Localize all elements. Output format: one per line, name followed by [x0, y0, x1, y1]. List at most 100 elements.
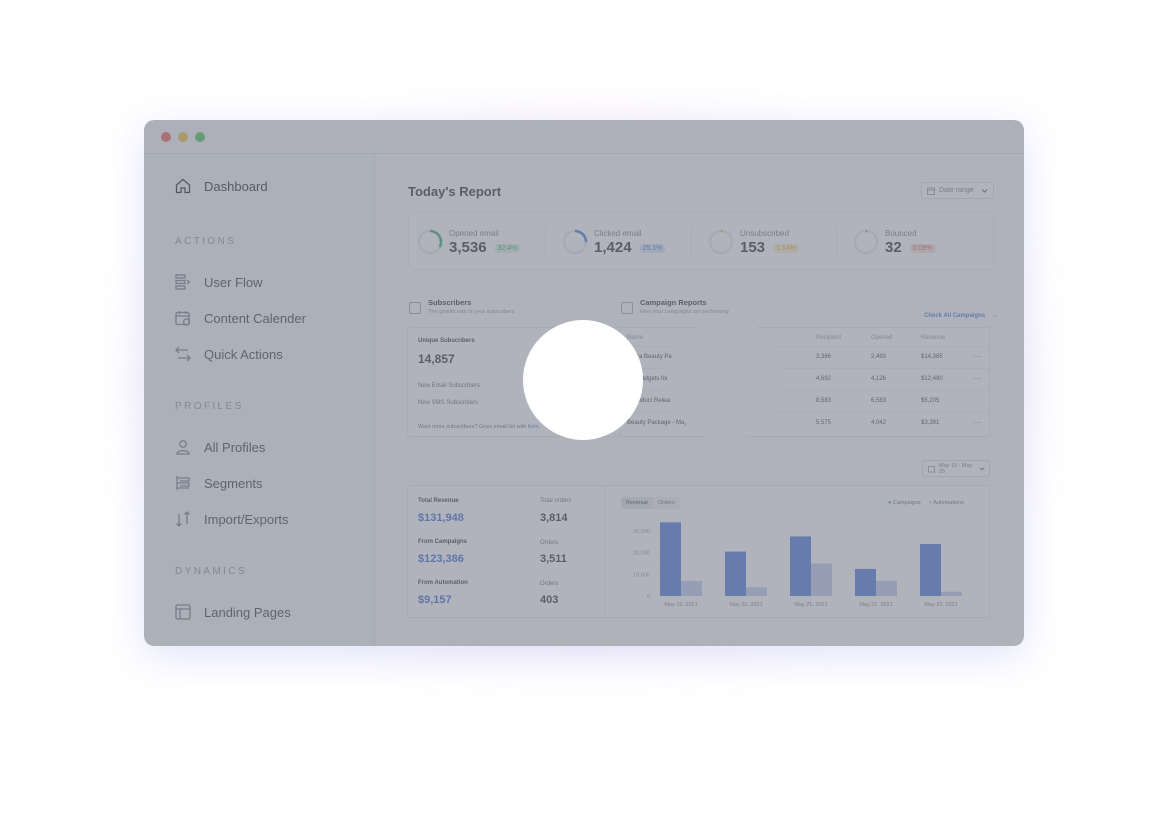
column-header-opened: Opened — [871, 335, 893, 341]
tab-revenue[interactable]: Revenue — [621, 497, 654, 509]
revenue-card: Total Revenue $131,948 Total orders 3,81… — [407, 485, 990, 619]
more-options-icon[interactable]: ⋯ — [973, 351, 982, 362]
bar-campaigns[interactable] — [725, 551, 746, 596]
bar-automations[interactable] — [746, 587, 767, 596]
sidebar-item-label: All Profiles — [204, 439, 266, 455]
check-all-campaigns-link[interactable]: Check All Campaigns → — [924, 304, 998, 322]
more-options-icon[interactable]: ⋯ — [973, 373, 982, 384]
stat-card: Unsubscribed 153 1.14% — [708, 213, 799, 271]
subscribers-footer-text: Want more subscribers? Grow email list w… — [418, 424, 527, 430]
sidebar-item-landing-pages[interactable]: Landing Pages — [174, 603, 291, 621]
chevron-down-icon — [979, 467, 985, 471]
bar-automations[interactable] — [681, 580, 702, 596]
campaign-opened: 2,493 — [871, 354, 887, 360]
check-all-campaigns-label: Check All Campaigns — [924, 313, 986, 319]
total-orders-label: Total orders — [540, 498, 572, 504]
stat-divider — [691, 228, 692, 258]
stat-card: Clicked email 1,424 25.1% — [562, 213, 666, 271]
x-tick-label: May 23, 2021 — [924, 602, 957, 608]
stat-label: Opened email — [449, 228, 499, 238]
table-row[interactable]: Beauty Package - May 5,575 4,042 $3,391 … — [621, 412, 989, 434]
progress-ring-icon — [708, 229, 734, 255]
more-options-icon[interactable]: ⋯ — [973, 417, 982, 428]
users-icon — [409, 302, 421, 314]
section-label-dynamics: DYNAMICS — [175, 566, 247, 577]
sidebar-item-label: User Flow — [204, 274, 263, 290]
campaign-revenue: $14,385 — [921, 354, 943, 360]
stat-value: 1,424 — [594, 238, 632, 256]
date-range-label: Date range — [939, 187, 974, 194]
subscribers-title: Subscribers — [428, 298, 472, 307]
from-automation-label: From Automation — [418, 580, 468, 586]
stats-bar: Opened email 3,536 32.4% Clicked email 1… — [408, 212, 994, 270]
report-icon — [621, 302, 633, 314]
arrows-swap-icon — [175, 346, 191, 362]
bar-campaigns[interactable] — [790, 536, 811, 596]
sidebar-item-label: Content Calender — [204, 310, 306, 326]
spotlight-circle — [523, 320, 643, 440]
campaign-reports-subtitle: How your campaigns are performing — [640, 309, 729, 315]
campaign-revenue: $5,205 — [921, 398, 940, 404]
calendar-icon — [175, 311, 191, 326]
campaign-reports-header: Campaign Reports How your campaigns are … — [621, 298, 729, 315]
stat-label: Unsubscribed — [740, 228, 789, 238]
sidebar-item-segments[interactable]: Segments — [174, 474, 263, 492]
stat-value: 32 — [885, 238, 902, 256]
loading-placeholder — [667, 320, 787, 440]
sidebar-item-user-flow[interactable]: User Flow — [174, 273, 263, 291]
stat-badge: 0.09% — [909, 243, 936, 253]
subscribers-subtitle: The growth rate of your subscribers — [428, 309, 515, 315]
bar-campaigns[interactable] — [660, 522, 681, 596]
x-tick-label: May 22, 2021 — [859, 602, 892, 608]
total-revenue-label: Total Revenue — [418, 498, 459, 504]
sidebar-item-dashboard[interactable]: Dashboard — [174, 177, 268, 195]
bar-campaigns[interactable] — [920, 544, 941, 596]
stat-label: Bounced — [885, 228, 917, 238]
new-sms-subscribers-label: New SMS Subscribers — [418, 400, 479, 406]
stat-badge: 32.4% — [494, 243, 521, 253]
sidebar-item-label: Segments — [204, 475, 263, 491]
legend-campaigns-label: Campaigns — [892, 500, 921, 506]
unique-subscribers-label: Unique Subscribers — [418, 338, 475, 344]
segments-icon — [176, 476, 190, 490]
revenue-date-range-select[interactable]: May 19 - May 25 — [922, 460, 990, 477]
bar-automations[interactable] — [811, 563, 832, 597]
maximize-window-button[interactable] — [195, 131, 205, 142]
tab-orders[interactable]: Orders — [653, 497, 680, 509]
minimize-window-button[interactable] — [178, 131, 188, 142]
sidebar-item-content-calender[interactable]: Content Calender — [174, 309, 306, 327]
campaign-recipient: 5,575 — [816, 420, 832, 426]
stat-value: 153 — [740, 238, 766, 256]
bar-campaigns[interactable] — [855, 568, 876, 596]
x-tick-label: May 19, 2021 — [664, 602, 697, 608]
title-bar — [144, 120, 1024, 154]
stat-badge: 25.1% — [639, 243, 666, 253]
stat-divider — [545, 228, 546, 258]
sidebar-item-quick-actions[interactable]: Quick Actions — [174, 345, 283, 363]
x-tick-label: May 20, 2021 — [729, 602, 762, 608]
arrow-right-icon: → — [991, 313, 998, 319]
bar-automations[interactable] — [941, 591, 962, 596]
legend-automations-label: Automations — [933, 500, 964, 506]
column-header-name: Name — [627, 335, 644, 341]
total-revenue-value: $131,948 — [418, 512, 464, 524]
campaign-opened: 4,042 — [871, 420, 887, 426]
bar-automations[interactable] — [876, 580, 897, 596]
form-link[interactable]: form — [528, 424, 539, 430]
sidebar-item-all-profiles[interactable]: All Profiles — [174, 438, 265, 456]
sidebar: Dashboard ACTIONS User Flow Content Cale… — [144, 154, 375, 646]
column-header-revenue: Revenue — [921, 335, 946, 341]
stat-card: Bounced 32 0.09% — [853, 213, 936, 271]
stat-card: Opened email 3,536 32.4% — [417, 213, 521, 271]
total-orders-value: 3,814 — [540, 512, 568, 524]
flow-icon — [175, 274, 191, 290]
unique-subscribers-value: 14,857 — [418, 352, 455, 366]
sidebar-item-import-exports[interactable]: Import/Exports — [174, 510, 289, 528]
close-window-button[interactable] — [161, 131, 171, 142]
main-content: Today's Report Date range Opened email 3… — [376, 154, 1024, 646]
sidebar-item-label: Dashboard — [204, 178, 268, 194]
campaign-name: Beauty Package - May — [627, 420, 688, 426]
date-range-select[interactable]: Date range — [921, 182, 994, 199]
y-tick-label: 10,000 — [633, 572, 650, 578]
sidebar-item-label: Landing Pages — [204, 604, 291, 620]
